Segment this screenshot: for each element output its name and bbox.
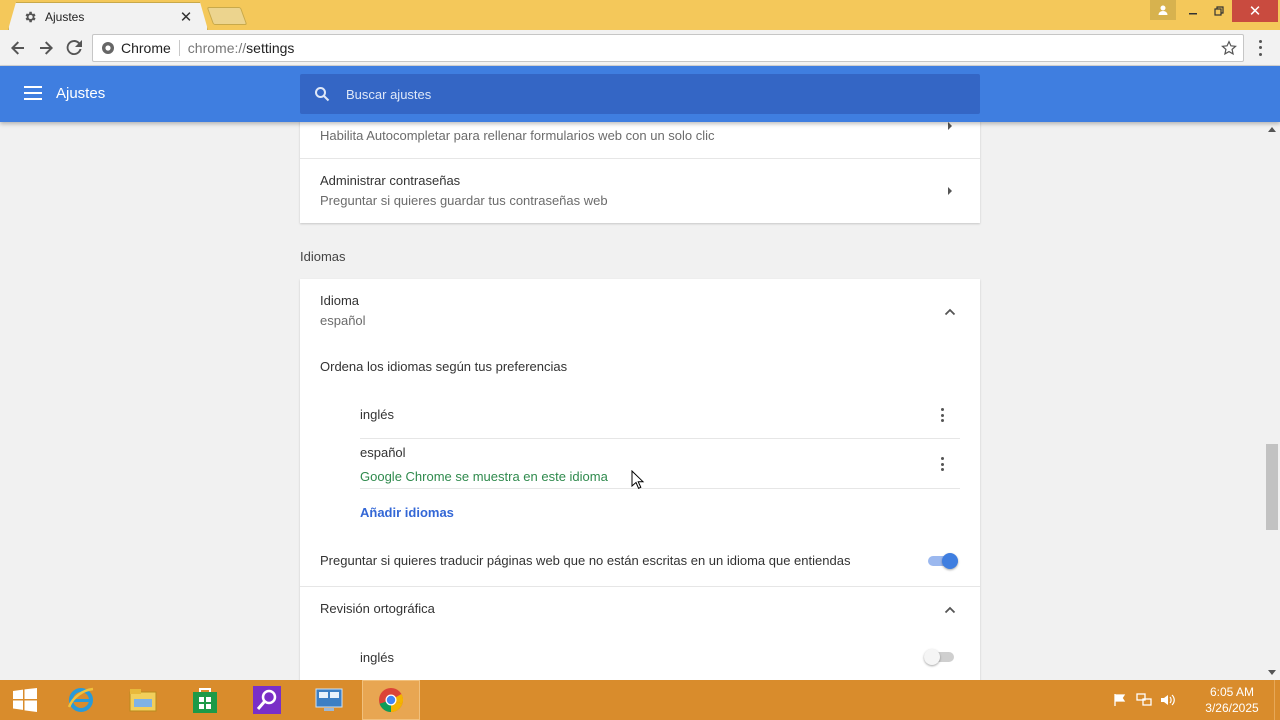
remote-desktop-icon[interactable] (300, 680, 358, 720)
show-desktop-button[interactable] (1274, 680, 1280, 720)
reload-icon[interactable] (63, 37, 85, 59)
back-arrow-icon[interactable] (7, 37, 29, 59)
spellcheck-label: Revisión ortográfica (320, 601, 435, 616)
store-icon[interactable] (176, 680, 234, 720)
more-vert-icon[interactable] (940, 457, 944, 471)
page-scrollbar[interactable] (1264, 122, 1280, 680)
scroll-down-arrow-icon[interactable] (1268, 670, 1276, 675)
tab-ajustes[interactable]: Ajustes ✕ (8, 2, 208, 30)
language-label: Idioma (320, 293, 360, 308)
language-item-espanol: español Google Chrome se muestra en este… (360, 439, 960, 487)
language-value: español (320, 313, 366, 328)
clock-time: 6:05 AM (1209, 685, 1255, 699)
chrome-taskbar-icon[interactable] (362, 680, 420, 720)
spellcheck-item-ingles: inglés (360, 639, 960, 677)
scroll-thumb[interactable] (1266, 444, 1278, 530)
tab-close-icon[interactable]: ✕ (179, 8, 193, 26)
network-icon[interactable] (1134, 690, 1154, 710)
gear-icon (23, 10, 37, 24)
language-name: español (360, 445, 406, 460)
windows-start-icon[interactable] (0, 680, 50, 720)
toggle-knob (942, 553, 958, 569)
chevron-right-icon (948, 187, 952, 195)
window-close-icon[interactable]: ✕ (1232, 0, 1278, 22)
spellcheck-toggle[interactable] (924, 647, 956, 667)
clock-date: 3/26/2025 (1205, 701, 1259, 715)
internet-explorer-icon[interactable] (52, 680, 110, 720)
bookmark-star-icon[interactable] (1221, 40, 1237, 56)
chrome-menu-icon[interactable] (1254, 38, 1266, 58)
settings-title: Ajustes (56, 85, 106, 102)
volume-icon[interactable] (1158, 690, 1178, 710)
profile-icon[interactable] (1150, 0, 1176, 20)
omnibox-scheme-label: Chrome (121, 40, 171, 56)
taskbar-clock[interactable]: 6:05 AM 3/26/2025 (1192, 684, 1272, 716)
file-explorer-icon[interactable] (114, 680, 172, 720)
autocompletar-description: Habilita Autocompletar para rellenar for… (320, 128, 715, 143)
language-name: inglés (360, 407, 394, 422)
chevron-right-icon (948, 122, 952, 130)
language-item-ingles: inglés (360, 397, 960, 437)
translate-prompt-row[interactable]: Preguntar si quieres traducir páginas we… (300, 537, 980, 585)
chrome-page-icon (101, 41, 115, 55)
manage-passwords-label: Administrar contraseñas (320, 173, 461, 188)
spellcheck-expand-row[interactable]: Revisión ortográfica (300, 587, 980, 633)
spellcheck-language-name: inglés (360, 650, 394, 665)
translate-prompt-label: Preguntar si quieres traducir páginas we… (320, 553, 851, 568)
add-languages-link[interactable]: Añadir idiomas (360, 505, 454, 520)
minimize-icon[interactable] (1180, 0, 1206, 22)
new-tab-button[interactable] (206, 7, 248, 25)
omnibox-separator (178, 40, 180, 56)
address-bar[interactable]: Chrome chrome://settings (92, 34, 1244, 62)
scroll-up-arrow-icon[interactable] (1268, 127, 1276, 132)
mouse-cursor-icon (631, 469, 645, 490)
forward-arrow-icon[interactable] (35, 37, 57, 59)
chevron-up-icon[interactable] (944, 603, 956, 615)
search-input[interactable] (346, 83, 946, 105)
more-vert-icon[interactable] (940, 408, 944, 422)
settings-header: Ajustes (0, 66, 1280, 122)
windows-taskbar: 6:05 AM 3/26/2025 (0, 680, 1280, 720)
translate-toggle[interactable] (928, 551, 960, 571)
chevron-up-icon[interactable] (944, 305, 956, 317)
tab-title: Ajustes (45, 9, 85, 24)
manage-passwords-description: Preguntar si quieres guardar tus contras… (320, 193, 608, 208)
omnibox-url: chrome://settings (188, 40, 295, 56)
omnibox-url-path: settings (246, 40, 295, 56)
hamburger-menu-icon[interactable] (24, 86, 42, 100)
language-order-text: Ordena los idiomas según tus preferencia… (320, 359, 568, 374)
browser-titlebar: Ajustes ✕ ✕ (0, 0, 1280, 30)
language-display-note: Google Chrome se muestra en este idioma (360, 469, 608, 484)
languages-section-title: Idiomas (300, 249, 346, 264)
search-icon (314, 86, 330, 102)
browser-toolbar: Chrome chrome://settings (0, 30, 1280, 66)
manage-passwords-row[interactable]: Administrar contraseñas Preguntar si qui… (300, 159, 980, 223)
toggle-knob (924, 649, 940, 665)
omnibox-url-prefix: chrome:// (187, 40, 247, 56)
restore-icon[interactable] (1206, 0, 1232, 22)
language-expand-row[interactable]: Idioma español (300, 279, 980, 341)
language-divider (360, 488, 960, 489)
action-center-flag-icon[interactable] (1110, 690, 1130, 710)
settings-search-box[interactable] (300, 74, 980, 114)
search-app-icon[interactable] (238, 680, 296, 720)
system-tray: 6:05 AM 3/26/2025 (1110, 680, 1280, 720)
